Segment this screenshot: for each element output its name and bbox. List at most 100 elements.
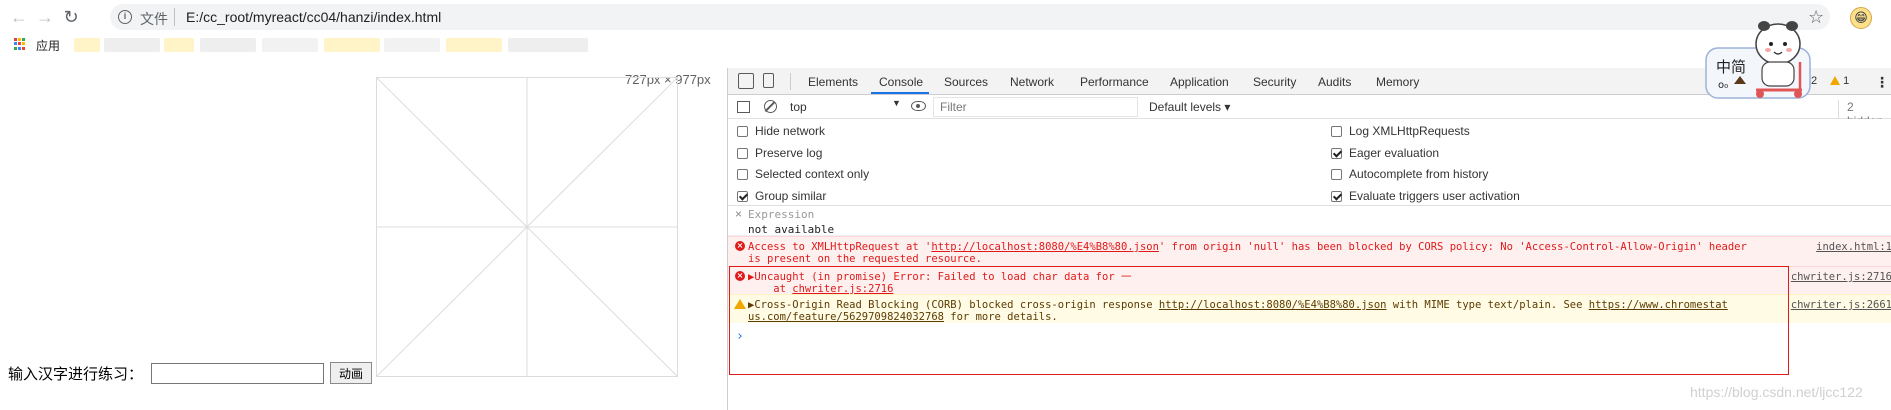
preserve-log-option[interactable]: Preserve log (737, 146, 822, 160)
tab-divider (790, 73, 791, 90)
tab-console[interactable]: Console (879, 75, 923, 89)
message-text: Access to XMLHttpRequest at ' (748, 241, 932, 253)
remove-expression-icon[interactable]: × (735, 207, 742, 221)
console-prompt-icon[interactable]: › (736, 329, 744, 344)
log-xhr-label: Log XMLHttpRequests (1349, 124, 1470, 138)
uncaught-error-message[interactable]: × ▶Uncaught (in promise) Error: Failed t… (728, 266, 1891, 295)
browser-toolbar: ← → ↻ i 文件 E:/cc_root/myreact/cc04/hanzi… (0, 0, 1891, 34)
group-similar-option[interactable]: Group similar (737, 189, 826, 203)
autocomplete-option[interactable]: Autocomplete from history (1331, 167, 1488, 181)
log-xhr-option[interactable]: Log XMLHttpRequests (1331, 124, 1470, 138)
devtools-panel: Elements Console Sources Network Perform… (727, 68, 1891, 410)
eager-evaluation-option[interactable]: Eager evaluation (1331, 146, 1439, 160)
animate-button[interactable]: 动画 (330, 362, 372, 384)
evaluate-triggers-checkbox[interactable] (1331, 190, 1342, 202)
clear-console-icon[interactable] (764, 100, 777, 113)
selected-context-option[interactable]: Selected context only (737, 167, 869, 181)
back-arrow-icon[interactable]: ← (8, 6, 30, 28)
warning-count: 1 (1843, 75, 1850, 87)
blurred-bookmark[interactable] (200, 38, 256, 52)
message-line: ▶Cross-Origin Read Blocking (CORB) block… (748, 299, 1728, 311)
mascot-sticker-image: 中简 o₀ (1705, 21, 1811, 99)
message-text: with MIME type text/plain. See (1386, 299, 1589, 311)
live-expression-eye-icon[interactable] (911, 101, 926, 111)
warning-icon (1830, 76, 1840, 85)
message-line: us.com/feature/5629709824032768 for more… (748, 311, 1058, 323)
eager-evaluation-checkbox[interactable] (1331, 147, 1342, 159)
autocomplete-checkbox[interactable] (1331, 168, 1342, 180)
device-toolbar-icon[interactable] (763, 73, 774, 88)
url-text[interactable]: E:/cc_root/myreact/cc04/hanzi/index.html (186, 9, 441, 25)
blurred-bookmark[interactable] (324, 38, 380, 52)
svg-text:o₀: o₀ (1718, 80, 1728, 91)
hide-network-option[interactable]: Hide network (737, 124, 825, 138)
evaluate-triggers-option[interactable]: Evaluate triggers user activation (1331, 189, 1520, 203)
console-settings: Hide network Preserve log Selected conte… (728, 119, 1891, 206)
corb-warning-message[interactable]: ▶Cross-Origin Read Blocking (CORB) block… (728, 294, 1891, 323)
tab-sources[interactable]: Sources (944, 75, 988, 89)
blurred-bookmark[interactable] (104, 38, 160, 52)
message-text: ' from origin 'null' has been blocked by… (1158, 241, 1747, 253)
tab-network[interactable]: Network (1010, 75, 1054, 89)
blurred-bookmark[interactable] (164, 38, 194, 52)
chromestatus-link[interactable]: us.com/feature/5629709824032768 (748, 311, 944, 323)
eager-evaluation-label: Eager evaluation (1349, 146, 1440, 160)
url-scheme-label: 文件 (140, 11, 168, 27)
autocomplete-label: Autocomplete from history (1349, 167, 1489, 181)
request-url-link[interactable]: http://localhost:8080/%E4%B8%80.json (931, 241, 1159, 253)
source-link[interactable]: chwriter.js:2661 (1791, 299, 1891, 311)
tab-application[interactable]: Application (1170, 75, 1229, 89)
message-line: ▶Uncaught (in promise) Error: Failed to … (748, 271, 1132, 283)
selected-context-label: Selected context only (755, 167, 870, 181)
console-filter-input[interactable] (933, 97, 1138, 117)
hide-network-checkbox[interactable] (737, 125, 748, 137)
expression-label[interactable]: Expression (748, 208, 814, 221)
url-divider (174, 8, 175, 26)
apps-label[interactable]: 应用 (36, 37, 60, 54)
watermark-text: https://blog.csdn.net/ljcc122 (1690, 384, 1863, 400)
hanzi-input[interactable] (151, 363, 324, 384)
log-xhr-checkbox[interactable] (1331, 125, 1342, 137)
console-sidebar-icon[interactable] (737, 101, 750, 113)
profile-avatar[interactable]: 😁 (1850, 7, 1872, 29)
more-options-icon[interactable]: ⋮ (1875, 74, 1889, 91)
tab-performance[interactable]: Performance (1080, 75, 1149, 89)
error-icon: × (735, 241, 745, 251)
tab-elements[interactable]: Elements (808, 75, 858, 89)
blurred-bookmark[interactable] (508, 38, 588, 52)
cors-error-message: × Access to XMLHttpRequest at 'http://lo… (728, 236, 1891, 266)
chromestatus-link[interactable]: https://www.chromestat (1589, 299, 1728, 311)
expression-value: not available (748, 223, 835, 236)
chevron-down-icon[interactable]: ▼ (892, 98, 901, 108)
tab-security[interactable]: Security (1253, 75, 1296, 89)
reload-icon[interactable]: ↻ (60, 6, 82, 28)
log-levels-dropdown[interactable]: Default levels ▾ (1149, 100, 1230, 114)
info-icon[interactable]: i (118, 10, 132, 24)
warning-icon (734, 299, 746, 309)
practice-label: 输入汉字进行练习： (8, 366, 144, 383)
hide-network-label: Hide network (755, 124, 826, 138)
tab-audits[interactable]: Audits (1318, 75, 1351, 89)
context-selector[interactable]: top (786, 98, 901, 116)
request-url-link[interactable]: http://localhost:8080/%E4%B8%80.json (1159, 299, 1387, 311)
tab-memory[interactable]: Memory (1376, 75, 1419, 89)
svg-text:中简: 中简 (1716, 58, 1746, 76)
preserve-log-checkbox[interactable] (737, 147, 748, 159)
blurred-bookmark[interactable] (446, 38, 502, 52)
active-tab-indicator (871, 92, 929, 94)
blurred-bookmark[interactable] (74, 38, 100, 52)
preserve-log-label: Preserve log (755, 146, 823, 160)
selected-context-checkbox[interactable] (737, 168, 748, 180)
source-link[interactable]: index.html:1 (1816, 241, 1891, 253)
apps-grid-icon[interactable] (14, 38, 26, 50)
address-bar[interactable]: i 文件 E:/cc_root/myreact/cc04/hanzi/index… (110, 4, 1830, 30)
message-text: ▶Cross-Origin Read Blocking (CORB) block… (748, 299, 1159, 311)
blurred-bookmark[interactable] (384, 38, 440, 52)
inspect-element-icon[interactable] (738, 73, 754, 89)
warning-count-badge[interactable]: 1 (1830, 75, 1849, 87)
group-similar-checkbox[interactable] (737, 190, 748, 202)
grid-guidelines (377, 78, 677, 376)
source-link[interactable]: chwriter.js:2716 (1791, 271, 1891, 283)
blurred-bookmark[interactable] (262, 38, 318, 52)
forward-arrow-icon[interactable]: → (34, 6, 56, 28)
